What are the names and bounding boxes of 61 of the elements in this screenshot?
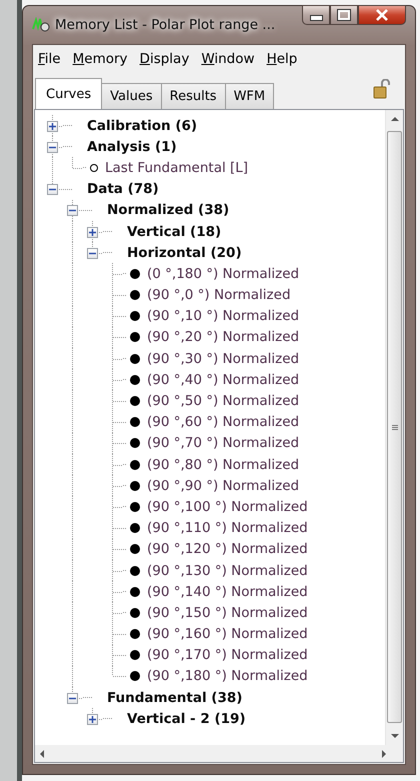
tree-group[interactable]: Calibration (6) bbox=[87, 118, 198, 134]
collapse-icon[interactable] bbox=[87, 248, 98, 259]
tree-item[interactable]: (90 °,10 °) Normalized bbox=[147, 308, 300, 324]
menu-item[interactable]: Memory bbox=[72, 51, 128, 67]
scrollbar-thumb[interactable] bbox=[387, 131, 402, 723]
window-title: Memory List - Polar Plot range ... bbox=[55, 17, 276, 33]
scroll-up-icon[interactable] bbox=[390, 117, 398, 121]
tree-item[interactable]: (90 °,90 °) Normalized bbox=[147, 478, 300, 494]
close-button[interactable] bbox=[358, 5, 406, 25]
tree-item[interactable]: (90 °,50 °) Normalized bbox=[147, 393, 300, 410]
scroll-down-icon[interactable] bbox=[390, 734, 398, 738]
vertical-scrollbar[interactable] bbox=[385, 110, 403, 745]
tree-item[interactable]: (90 °,170 °) Normalized bbox=[147, 647, 308, 664]
tab[interactable]: WFM bbox=[224, 83, 274, 109]
grip-icon bbox=[392, 424, 398, 430]
maximize-button[interactable] bbox=[330, 5, 358, 25]
app-icon bbox=[32, 17, 50, 33]
tree-group[interactable]: Fundamental (38) bbox=[107, 690, 242, 706]
tree-item[interactable]: (90 °,160 °) Normalized bbox=[147, 626, 308, 642]
tree-item[interactable]: Last Fundamental [L] bbox=[105, 160, 248, 176]
tree-item[interactable]: (90 °,140 °) Normalized bbox=[147, 584, 308, 600]
tree-group[interactable]: Vertical (18) bbox=[127, 224, 222, 240]
tree-group[interactable]: Data (78) bbox=[87, 181, 159, 198]
tree-item[interactable]: (90 °,60 °) Normalized bbox=[147, 414, 300, 430]
expand-icon[interactable] bbox=[87, 714, 98, 725]
tree-item[interactable]: (90 °,110 °) Normalized bbox=[147, 520, 308, 536]
tree-item[interactable]: (90 °,80 °) Normalized bbox=[147, 456, 300, 473]
collapse-icon[interactable] bbox=[47, 142, 58, 153]
tree-item[interactable]: (90 °,30 °) Normalized bbox=[147, 350, 300, 367]
tree-item[interactable]: (0 °,180 °) Normalized bbox=[147, 266, 300, 282]
collapse-icon[interactable] bbox=[67, 692, 78, 704]
tree-item[interactable]: (90 °,0 °) Normalized bbox=[147, 287, 291, 304]
tab[interactable]: Values bbox=[101, 83, 162, 109]
collapse-icon[interactable] bbox=[47, 184, 58, 196]
tree-item[interactable]: (90 °,40 °) Normalized bbox=[147, 372, 300, 388]
menu-item[interactable]: Help bbox=[266, 51, 298, 67]
tree-item[interactable]: (90 °,180 °) Normalized bbox=[147, 668, 308, 684]
menu-item[interactable]: File bbox=[38, 51, 61, 67]
menu-item[interactable]: Display bbox=[140, 51, 190, 67]
menu-item[interactable]: Window bbox=[201, 51, 255, 67]
horizontal-scrollbar[interactable] bbox=[35, 745, 403, 762]
expand-icon[interactable] bbox=[87, 226, 98, 238]
scroll-right-icon[interactable] bbox=[382, 750, 386, 758]
tree-item[interactable]: (90 °,100 °) Normalized bbox=[147, 498, 308, 515]
expand-icon[interactable] bbox=[47, 120, 58, 132]
tree-group[interactable]: Vertical - 2 (19) bbox=[127, 710, 246, 727]
close-icon bbox=[375, 9, 389, 21]
tree-item[interactable]: (90 °,70 °) Normalized bbox=[147, 435, 300, 452]
tree-item[interactable]: (90 °,130 °) Normalized bbox=[147, 562, 308, 579]
padlock-icon[interactable] bbox=[373, 79, 391, 99]
tree-group[interactable]: Analysis (1) bbox=[87, 138, 177, 155]
minimize-button[interactable] bbox=[302, 5, 330, 25]
tab[interactable]: Results bbox=[160, 83, 226, 109]
tree-item[interactable]: (90 °,120 °) Normalized bbox=[147, 541, 308, 558]
tree-group[interactable]: Normalized (38) bbox=[107, 202, 230, 218]
collapse-icon[interactable] bbox=[67, 205, 78, 216]
tree-group[interactable]: Horizontal (20) bbox=[127, 244, 242, 261]
tab[interactable]: Curves bbox=[35, 78, 102, 109]
tree-item[interactable]: (90 °,150 °) Normalized bbox=[147, 604, 308, 621]
scroll-left-icon[interactable] bbox=[40, 750, 44, 758]
tree-item[interactable]: (90 °,20 °) Normalized bbox=[147, 329, 300, 346]
